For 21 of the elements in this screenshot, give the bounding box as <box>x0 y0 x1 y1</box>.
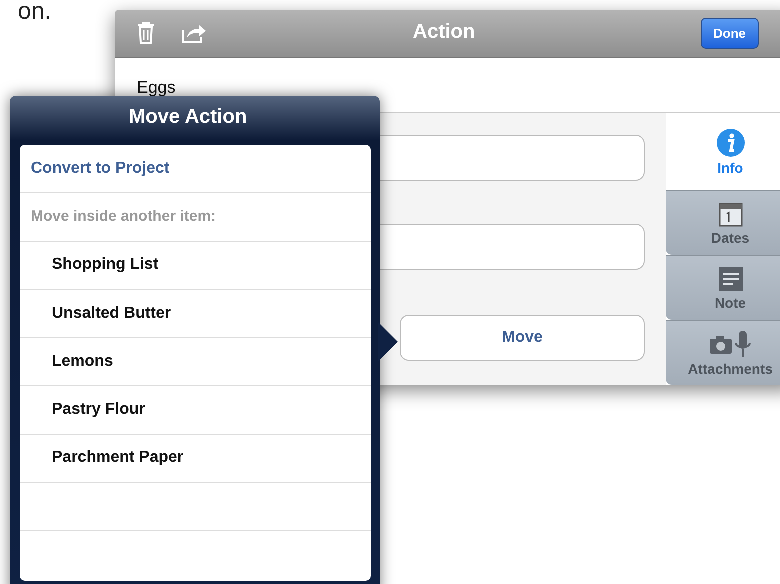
convert-option[interactable]: Convert to Project <box>20 145 371 194</box>
caption-text: on. <box>18 0 52 24</box>
trash-icon[interactable] <box>137 21 155 46</box>
action-name: Eggs <box>137 78 176 98</box>
done-button[interactable]: Done <box>700 18 759 49</box>
share-icon[interactable] <box>181 22 207 44</box>
info-icon <box>716 128 746 158</box>
list-item[interactable]: Unsalted Butter <box>20 290 371 338</box>
list-item[interactable]: Parchment Paper <box>20 434 371 484</box>
tab[interactable]: Dates <box>666 190 780 255</box>
note-icon <box>716 265 744 293</box>
tab[interactable]: Attachments <box>666 320 780 385</box>
list-item[interactable]: Lemons <box>20 338 371 386</box>
popover-title: Move Action <box>129 106 248 129</box>
popover-arrow-icon <box>378 322 398 362</box>
list-item[interactable]: Shopping List <box>20 242 371 290</box>
move-button[interactable]: Move <box>400 315 645 361</box>
section-label: Move inside another item: <box>20 193 371 242</box>
toolbar-title: Action <box>413 21 476 44</box>
tab[interactable]: Note <box>666 255 780 320</box>
list-item[interactable]: Pastry Flour <box>20 386 371 435</box>
